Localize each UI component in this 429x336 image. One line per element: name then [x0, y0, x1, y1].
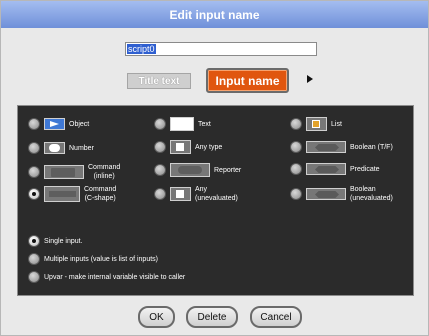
- type-label-predicate: Predicate: [350, 165, 380, 173]
- mode-option-upvar[interactable]: Upvar - make internal variable visible t…: [28, 271, 185, 283]
- mode-option-multiple[interactable]: Multiple inputs (value is list of inputs…: [28, 253, 158, 265]
- input-name-value: script0: [127, 44, 156, 54]
- type-option-command-inline[interactable]: Command (inline): [28, 163, 120, 181]
- type-option-predicate[interactable]: Predicate: [290, 163, 380, 175]
- any-unevaluated-slot-icon: [170, 187, 191, 201]
- type-label-reporter: Reporter: [214, 166, 242, 174]
- boolean-unevaluated-slot-icon: [306, 188, 346, 200]
- radio-single-input[interactable]: [28, 235, 40, 247]
- type-label-boolean: Boolean (T/F): [350, 143, 393, 151]
- radio-predicate[interactable]: [290, 163, 302, 175]
- type-label-any-unevaluated: Any (unevaluated): [195, 186, 238, 202]
- input-name-field[interactable]: script0: [125, 42, 317, 56]
- radio-multiple-inputs[interactable]: [28, 253, 40, 265]
- command-c-slot-icon: [44, 186, 80, 202]
- type-label-object: Object: [69, 120, 90, 128]
- type-label-command-inline: Command (inline): [88, 164, 121, 180]
- type-option-number[interactable]: Number: [28, 142, 94, 154]
- mode-option-single[interactable]: Single input.: [28, 235, 83, 247]
- radio-text[interactable]: [154, 118, 166, 130]
- type-label-any-type: Any type: [195, 143, 223, 151]
- edit-input-name-dialog: Edit input name script0 Title text Input…: [0, 0, 429, 336]
- mode-label-upvar: Upvar - make internal variable visible t…: [44, 273, 186, 281]
- radio-boolean-unevaluated[interactable]: [290, 188, 302, 200]
- type-option-boolean[interactable]: Boolean (T/F): [290, 141, 393, 153]
- dialog-title: Edit input name: [1, 1, 428, 28]
- radio-boolean[interactable]: [290, 141, 302, 153]
- tab-title-text[interactable]: Title text: [127, 73, 191, 89]
- type-option-command-c[interactable]: Command (C-shape): [28, 185, 116, 203]
- radio-upvar[interactable]: [28, 271, 40, 283]
- type-option-reporter[interactable]: Reporter: [154, 163, 241, 177]
- radio-any-unevaluated[interactable]: [154, 188, 166, 200]
- expand-arrow-icon[interactable]: [307, 75, 313, 83]
- type-label-command-c: Command (C-shape): [84, 186, 117, 202]
- radio-command-inline[interactable]: [28, 166, 40, 178]
- list-slot-icon: [306, 117, 327, 131]
- delete-button[interactable]: Delete: [186, 306, 238, 328]
- text-slot-icon: [170, 117, 194, 131]
- type-option-object[interactable]: Object: [28, 118, 89, 130]
- type-option-text[interactable]: Text: [154, 117, 211, 131]
- type-option-any-unevaluated[interactable]: Any (unevaluated): [154, 185, 238, 203]
- any-type-slot-icon: [170, 140, 191, 154]
- radio-object[interactable]: [28, 118, 40, 130]
- cancel-button[interactable]: Cancel: [250, 306, 302, 328]
- radio-reporter[interactable]: [154, 164, 166, 176]
- boolean-slot-icon: [306, 141, 346, 153]
- type-option-list[interactable]: List: [290, 117, 342, 131]
- radio-number[interactable]: [28, 142, 40, 154]
- type-label-text: Text: [198, 120, 211, 128]
- mode-label-multiple: Multiple inputs (value is list of inputs…: [44, 255, 158, 263]
- tab-input-name[interactable]: Input name: [206, 68, 289, 93]
- mode-label-single: Single input.: [44, 237, 83, 245]
- type-label-boolean-unevaluated: Boolean (unevaluated): [350, 186, 393, 202]
- type-label-list: List: [331, 120, 342, 128]
- radio-list[interactable]: [290, 118, 302, 130]
- type-option-any-type[interactable]: Any type: [154, 140, 222, 154]
- command-inline-slot-icon: [44, 165, 84, 179]
- reporter-slot-icon: [170, 163, 210, 177]
- radio-any-type[interactable]: [154, 141, 166, 153]
- predicate-slot-icon: [306, 163, 346, 175]
- type-label-number: Number: [69, 144, 94, 152]
- ok-button[interactable]: OK: [138, 306, 175, 328]
- radio-command-c[interactable]: [28, 188, 40, 200]
- input-types-panel: Object Number Command (inline) Command (…: [17, 105, 414, 296]
- type-option-boolean-unevaluated[interactable]: Boolean (unevaluated): [290, 185, 393, 203]
- object-slot-icon: [44, 118, 65, 130]
- number-slot-icon: [44, 142, 65, 154]
